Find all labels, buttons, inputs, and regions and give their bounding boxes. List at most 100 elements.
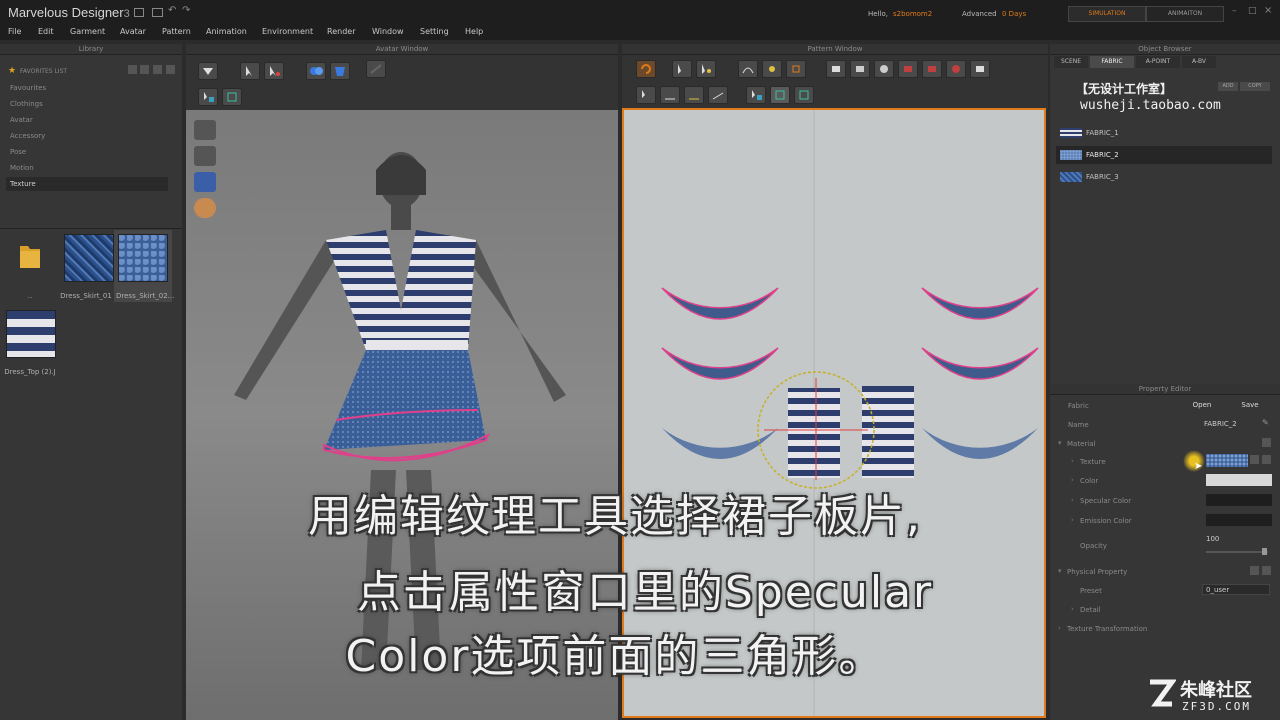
open-fabric-button[interactable]: Open: [1180, 400, 1224, 411]
texture-swatch[interactable]: [1206, 454, 1248, 467]
curve-point-button[interactable]: [738, 60, 758, 78]
menu-window[interactable]: Window: [372, 27, 404, 36]
pattern-texture-select-button[interactable]: [746, 86, 766, 104]
star-icon: ★: [8, 66, 17, 76]
menu-garment[interactable]: Garment: [70, 27, 105, 36]
undo-icon[interactable]: ↶: [168, 5, 176, 16]
internal-circle-button[interactable]: [946, 60, 966, 78]
delete-icon[interactable]: [166, 65, 175, 74]
internal-poly-button[interactable]: [922, 60, 942, 78]
opacity-slider[interactable]: [1206, 551, 1268, 553]
circle-tool-button[interactable]: [874, 60, 894, 78]
tool-disabled-button[interactable]: [366, 60, 386, 78]
favorites-label[interactable]: FAVORITES LIST: [20, 68, 67, 75]
tack-tool-button[interactable]: [708, 86, 728, 104]
physical-load-icon[interactable]: [1262, 566, 1271, 575]
property-editor-title: Property Editor: [1050, 384, 1280, 395]
menu-help[interactable]: Help: [465, 27, 483, 36]
menu-environment[interactable]: Environment: [262, 27, 313, 36]
texture-expand-icon[interactable]: ›: [1071, 457, 1074, 465]
simulate-button[interactable]: [306, 62, 326, 80]
tab-fabric[interactable]: FABRIC: [1090, 56, 1134, 68]
user-name[interactable]: s2bomom2: [893, 10, 932, 18]
library-item-pose[interactable]: Pose: [10, 148, 26, 156]
library-item-motion[interactable]: Motion: [10, 164, 34, 172]
logo-site: ZF3D.COM: [1182, 700, 1251, 713]
redo-icon[interactable]: ↷: [182, 5, 190, 16]
edit-texture-tool-button[interactable]: [770, 86, 790, 104]
menu-edit[interactable]: Edit: [38, 27, 54, 36]
free-seam-button[interactable]: [684, 86, 704, 104]
subtitle-line-3: Color选项前面的三角形。: [345, 631, 885, 682]
texture-delete-icon[interactable]: [1262, 455, 1271, 464]
thumb-dress-skirt-01[interactable]: [64, 234, 114, 282]
library-header: Library: [0, 44, 182, 55]
menu-file[interactable]: File: [8, 27, 21, 36]
select-mesh-button[interactable]: [198, 88, 218, 106]
menu-bar: File Edit Garment Avatar Pattern Animati…: [0, 24, 1280, 40]
pattern-select-button[interactable]: [672, 60, 692, 78]
fabric-row-2[interactable]: FABRIC_2: [1056, 146, 1272, 164]
texture-transform-button[interactable]: [794, 86, 814, 104]
library-item-favourites[interactable]: Favourites: [10, 84, 46, 92]
simulation-mode-button[interactable]: SIMULATION: [1068, 6, 1146, 22]
divider: [0, 228, 182, 229]
polygon-tool-button[interactable]: [850, 60, 870, 78]
edit-icon[interactable]: [153, 65, 162, 74]
save-icon[interactable]: [134, 8, 144, 17]
fabric-row-3[interactable]: FABRIC_3: [1056, 168, 1272, 186]
fabric-2-label: FABRIC_2: [1086, 151, 1119, 159]
texture-edit-button[interactable]: [222, 88, 242, 106]
thumb-dress-skirt-02[interactable]: [118, 234, 168, 282]
refresh-icon[interactable]: [128, 65, 137, 74]
add-point-button[interactable]: [786, 60, 806, 78]
thumb-dress-top[interactable]: [6, 310, 56, 358]
fabric-3-label: FABRIC_3: [1086, 173, 1119, 181]
library-item-accessory[interactable]: Accessory: [10, 132, 45, 140]
opacity-slider-handle[interactable]: [1262, 548, 1267, 555]
app-brand: Marvelous Designer3: [8, 5, 130, 20]
pattern-window-title: Pattern Window: [622, 44, 1048, 55]
tab-scene[interactable]: SCENE: [1054, 56, 1088, 68]
save-fabric-button[interactable]: Save: [1230, 400, 1270, 411]
segment-seam-button[interactable]: [660, 86, 680, 104]
tab-a-bv[interactable]: A-BV: [1182, 56, 1216, 68]
menu-render[interactable]: Render: [327, 27, 355, 36]
rename-icon[interactable]: ✎: [1262, 418, 1269, 427]
refresh-pattern-button[interactable]: [636, 60, 656, 78]
open-icon[interactable]: [152, 8, 163, 17]
seam-tool-button[interactable]: [636, 86, 656, 104]
minimize-icon[interactable]: –: [1232, 6, 1237, 16]
menu-pattern[interactable]: Pattern: [162, 27, 191, 36]
dart-tool-button[interactable]: [970, 60, 990, 78]
pin-tool-button[interactable]: [264, 62, 284, 80]
menu-animation[interactable]: Animation: [206, 27, 247, 36]
add-fabric-button[interactable]: ADD: [1218, 82, 1238, 91]
rectangle-tool-button[interactable]: [826, 60, 846, 78]
copy-fabric-button[interactable]: COPY: [1240, 82, 1270, 91]
material-label: Material: [1067, 440, 1096, 448]
animation-mode-button[interactable]: ANIMAITON: [1146, 6, 1224, 22]
library-item-avatar[interactable]: Avatar: [10, 116, 33, 124]
thumb-label-skirt-02: Dress_Skirt_02...: [116, 292, 175, 300]
fabric-row-1[interactable]: FABRIC_1: [1056, 124, 1272, 142]
library-item-texture[interactable]: Texture: [10, 180, 36, 188]
add-folder-icon[interactable]: [140, 65, 149, 74]
library-item-clothings[interactable]: Clothings: [10, 100, 43, 108]
close-icon[interactable]: ×: [1264, 5, 1272, 16]
name-value[interactable]: FABRIC_2: [1204, 420, 1237, 428]
material-reset-icon[interactable]: [1262, 438, 1271, 447]
edit-point-button[interactable]: [762, 60, 782, 78]
texture-browse-icon[interactable]: [1250, 455, 1259, 464]
maximize-icon[interactable]: □: [1248, 6, 1257, 16]
material-expand-icon[interactable]: ▾: [1058, 439, 1062, 447]
garment-button[interactable]: [330, 62, 350, 80]
menu-setting[interactable]: Setting: [420, 27, 449, 36]
pattern-transform-button[interactable]: [696, 60, 716, 78]
move-tool-button[interactable]: [240, 62, 260, 80]
tab-a-point[interactable]: A-POINT: [1136, 56, 1180, 68]
menu-avatar[interactable]: Avatar: [120, 27, 146, 36]
folder-icon[interactable]: [18, 240, 42, 270]
internal-rect-button[interactable]: [898, 60, 918, 78]
select-tool-button[interactable]: [198, 62, 218, 80]
